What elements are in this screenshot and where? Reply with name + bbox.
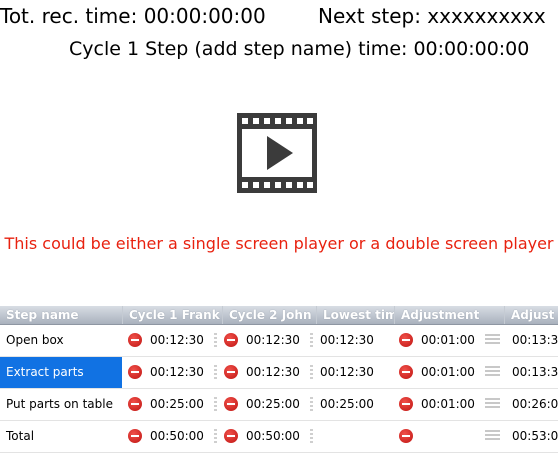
- minus-circle-icon[interactable]: [224, 365, 238, 379]
- minus-circle-icon[interactable]: [399, 333, 413, 347]
- steps-table: Step name Cycle 1 Frank Cycle 2 John Low…: [0, 306, 558, 453]
- cycle-2-time: 00:12:30: [246, 333, 300, 347]
- adjustment-time[interactable]: 00:01:00: [421, 357, 475, 388]
- column-grip-icon: [310, 397, 313, 412]
- lowest-time: 00:25:00: [320, 397, 374, 411]
- drag-handle-icon[interactable]: [485, 430, 500, 442]
- table-row[interactable]: Put parts on table 00:25:00 00:25:00 00:…: [0, 389, 558, 421]
- cycle-step-time: Cycle 1 Step (add step name) time: 00:00…: [69, 38, 530, 60]
- adjustment-time[interactable]: 00:01:00: [421, 389, 475, 420]
- total-recording-time: Tot. rec. time: 00:00:00:00: [0, 4, 266, 28]
- table-row-total: Total 00:50:00 00:50:00 00:53:00: [0, 421, 558, 453]
- cycle-2-time: 00:25:00: [246, 397, 300, 411]
- column-header-adjustment[interactable]: Adjustment: [394, 306, 504, 324]
- minus-circle-icon[interactable]: [399, 429, 413, 443]
- column-header-lowest-time[interactable]: Lowest time: [316, 306, 394, 324]
- column-grip-icon: [310, 333, 313, 348]
- step-name: Total: [6, 429, 35, 443]
- cycle-2-time: 00:12:30: [246, 365, 300, 379]
- column-header-cycle-1[interactable]: Cycle 1 Frank: [122, 306, 222, 324]
- adjusted-time: 00:26:00: [512, 397, 558, 411]
- minus-circle-icon[interactable]: [128, 397, 142, 411]
- lowest-time: 00:12:30: [320, 365, 374, 379]
- minus-circle-icon[interactable]: [128, 333, 142, 347]
- cycle-1-time: 00:12:30: [150, 333, 204, 347]
- minus-circle-icon[interactable]: [224, 397, 238, 411]
- drag-handle-icon[interactable]: [485, 398, 500, 410]
- column-grip-icon: [214, 365, 217, 380]
- minus-circle-icon[interactable]: [224, 333, 238, 347]
- column-header-cycle-2[interactable]: Cycle 2 John: [222, 306, 316, 324]
- video-player[interactable]: Tot. rec. time: 00:00:00:00 Next step: x…: [0, 0, 558, 298]
- column-header-adjusted[interactable]: Adjust: [504, 306, 558, 324]
- column-header-step-name[interactable]: Step name: [0, 306, 122, 324]
- drag-handle-icon[interactable]: [485, 366, 500, 378]
- column-grip-icon: [214, 397, 217, 412]
- column-grip-icon: [310, 429, 313, 444]
- adjusted-time: 00:53:00: [512, 429, 558, 443]
- cycle-1-time: 00:25:00: [150, 397, 204, 411]
- cycle-2-time: 00:50:00: [246, 429, 300, 443]
- video-play-icon[interactable]: [237, 113, 317, 193]
- next-step: Next step: xxxxxxxxxx: [318, 4, 546, 28]
- table-row[interactable]: Extract parts 00:12:30 00:12:30 00:12:30…: [0, 357, 558, 389]
- minus-circle-icon[interactable]: [128, 365, 142, 379]
- table-header: Step name Cycle 1 Frank Cycle 2 John Low…: [0, 306, 558, 325]
- adjusted-time: 00:13:30: [512, 365, 558, 379]
- minus-circle-icon[interactable]: [224, 429, 238, 443]
- adjustment-time[interactable]: 00:01:00: [421, 325, 475, 356]
- cycle-1-time: 00:50:00: [150, 429, 204, 443]
- player-note: This could be either a single screen pla…: [4, 234, 554, 253]
- adjusted-time: 00:13:30: [512, 333, 558, 347]
- step-name[interactable]: Open box: [0, 325, 122, 356]
- column-grip-icon: [214, 333, 217, 348]
- column-grip-icon: [214, 429, 217, 444]
- cycle-1-time: 00:12:30: [150, 365, 204, 379]
- minus-circle-icon[interactable]: [128, 429, 142, 443]
- lowest-time: 00:12:30: [320, 333, 374, 347]
- table-row[interactable]: Open box 00:12:30 00:12:30 00:12:30 00:0…: [0, 325, 558, 357]
- step-name[interactable]: Extract parts: [0, 357, 122, 388]
- column-grip-icon: [310, 365, 313, 380]
- drag-handle-icon[interactable]: [485, 334, 500, 346]
- minus-circle-icon[interactable]: [399, 365, 413, 379]
- minus-circle-icon[interactable]: [399, 397, 413, 411]
- step-name[interactable]: Put parts on table: [0, 389, 122, 420]
